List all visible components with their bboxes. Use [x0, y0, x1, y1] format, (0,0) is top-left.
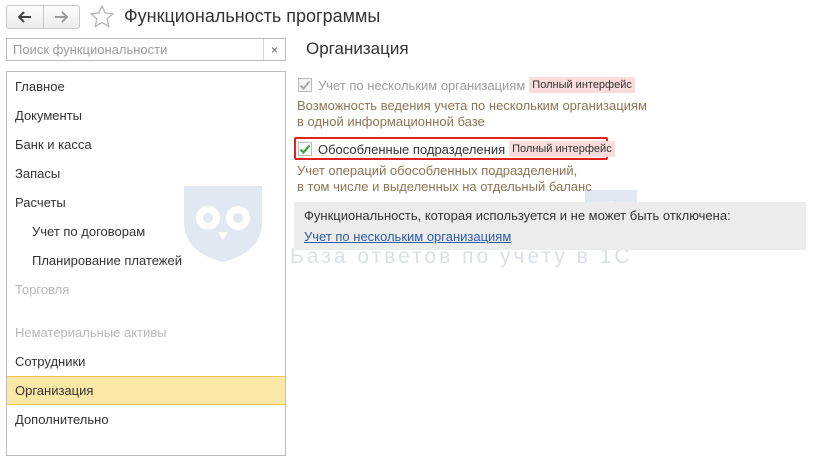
- section-item-additional[interactable]: Дополнительно: [7, 405, 285, 434]
- info-text: Функциональность, которая используется и…: [304, 208, 731, 223]
- checkmark-icon: [299, 80, 311, 90]
- section-item-trade[interactable]: Торговля: [7, 275, 285, 304]
- arrow-right-icon: [55, 11, 69, 23]
- favorite-button[interactable]: [89, 4, 115, 30]
- separate-divisions-description: Учет операций обособленных подразделений…: [297, 163, 592, 195]
- section-item-payment-planning[interactable]: Планирование платежей: [7, 246, 285, 275]
- clear-search-button[interactable]: ×: [263, 39, 285, 60]
- description-line: Учет операций обособленных подразделений…: [297, 163, 578, 178]
- section-item-settlements[interactable]: Расчеты: [7, 188, 285, 217]
- option-multi-organizations: Учет по нескольким организациям Полный и…: [298, 77, 635, 93]
- section-item-intangibles[interactable]: Нематериальные активы: [7, 318, 285, 347]
- description-line: в том числе и выделенных на отдельный ба…: [297, 179, 592, 194]
- multi-organizations-checkbox[interactable]: [298, 78, 312, 92]
- section-title: Организация: [306, 39, 409, 58]
- search-input[interactable]: [7, 39, 263, 60]
- multi-organizations-label: Учет по нескольким организациям: [318, 77, 526, 93]
- section-item-employees[interactable]: Сотрудники: [7, 347, 285, 376]
- description-line: в одной информационной базе: [297, 114, 485, 129]
- section-item-main[interactable]: Главное: [7, 72, 285, 101]
- back-button[interactable]: [7, 6, 43, 28]
- sections-list: Главное Документы Банк и касса Запасы Ра…: [6, 71, 286, 456]
- navigation-buttons: [6, 5, 80, 29]
- multi-organizations-link[interactable]: Учет по нескольким организациям: [304, 229, 511, 244]
- close-icon: ×: [270, 42, 278, 57]
- section-item-organization[interactable]: Организация: [7, 376, 285, 405]
- separate-divisions-label: Обособленные подразделения: [318, 141, 506, 157]
- section-item-documents[interactable]: Документы: [7, 101, 285, 130]
- forward-button[interactable]: [42, 6, 80, 28]
- option-separate-divisions: Обособленные подразделения Полный интерф…: [298, 141, 615, 157]
- separate-divisions-checkbox[interactable]: [298, 142, 312, 156]
- arrow-left-icon: [17, 11, 31, 23]
- page-title: Функциональность программы: [124, 6, 381, 26]
- section-item-bank-cash[interactable]: Банк и касса: [7, 130, 285, 159]
- multi-organizations-description: Возможность ведения учета по нескольким …: [297, 98, 647, 130]
- star-icon: [89, 4, 115, 28]
- checkmark-icon: [299, 144, 311, 155]
- interface-badge: Полный интерфейс: [509, 141, 615, 157]
- interface-badge: Полный интерфейс: [529, 77, 635, 93]
- search-box: ×: [6, 38, 286, 61]
- section-item-stocks[interactable]: Запасы: [7, 159, 285, 188]
- description-line: Возможность ведения учета по нескольким …: [297, 98, 647, 113]
- section-item-contracts[interactable]: Учет по договорам: [7, 217, 285, 246]
